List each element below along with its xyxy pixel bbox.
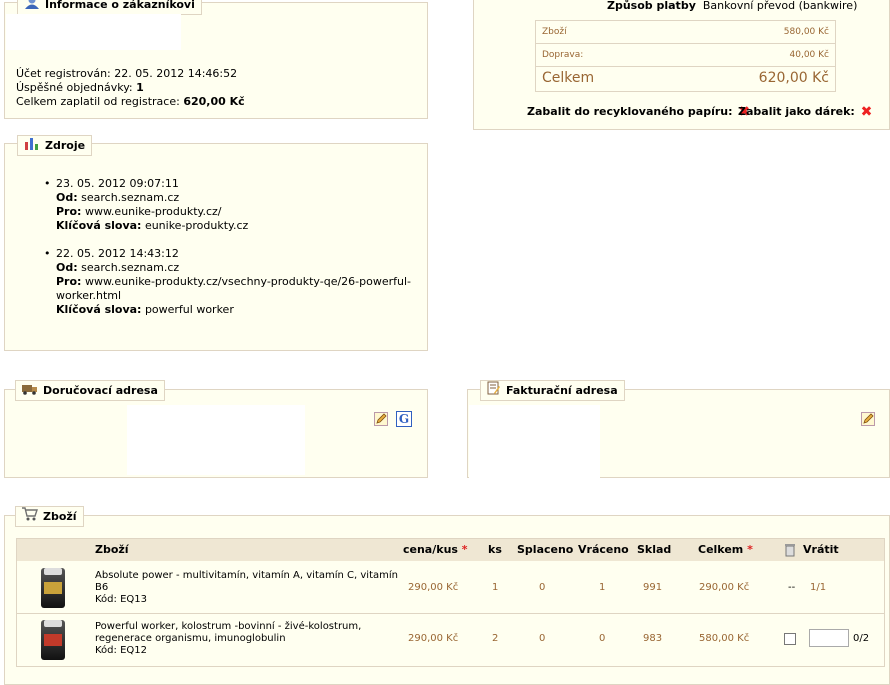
payment-totals-table: Zboží 580,00 Kč Doprava: 40,00 Kč Celkem… — [535, 20, 836, 92]
product-paid: 0 — [539, 582, 546, 593]
invoice-address-title: Fakturační adresa — [506, 384, 618, 397]
product-qty: 1 — [492, 582, 499, 593]
registered-line: Účet registrován: 22. 05. 2012 14:46:52 — [16, 67, 238, 80]
product-name: Powerful worker, kolostrum -bovinní - ži… — [95, 621, 362, 632]
user-icon — [24, 0, 40, 15]
gift-wrap-line: Zabalit jako dárek: ✖ — [738, 104, 873, 120]
product-code: Kód: EQ12 — [95, 645, 147, 656]
product-qty: 2 — [492, 633, 499, 644]
source-to-continued: worker.html — [56, 289, 122, 302]
sources-list: • 23. 05. 2012 09:07:11 Od: search.sezna… — [44, 177, 416, 331]
delivery-address-redacted — [127, 405, 305, 475]
product-name-continued: regenerace organismu, imunoglobulin — [95, 633, 286, 644]
product-total: 580,00 Kč — [699, 633, 750, 644]
no-icon: ✖ — [860, 104, 873, 120]
sources-title: Zdroje — [45, 139, 86, 152]
source-to: www.eunike-produkty.cz/vsechny-produkty-… — [84, 275, 411, 288]
customer-info-title: Informace o zákazníkovi — [45, 0, 195, 11]
registered-value: 22. 05. 2012 14:46:52 — [114, 67, 238, 80]
edit-invoice-address-icon[interactable] — [861, 412, 875, 426]
edit-delivery-address-icon[interactable] — [374, 412, 388, 426]
source-item: • 23. 05. 2012 09:07:11 Od: search.sezna… — [44, 177, 416, 233]
source-date: 22. 05. 2012 14:43:12 — [56, 247, 179, 260]
source-to: www.eunike-produkty.cz/ — [84, 205, 222, 218]
customer-name-redacted — [6, 14, 181, 50]
product-price: 290,00 Kč — [408, 633, 459, 644]
col-refund: Vrátit — [803, 543, 839, 556]
source-item: • 22. 05. 2012 14:43:12 Od: search.sezna… — [44, 247, 416, 317]
products-legend: Zboží — [15, 506, 84, 527]
invoice-icon — [487, 381, 501, 401]
delivery-address-legend: Doručovací adresa — [15, 380, 165, 401]
total-paid-value: 620,00 Kč — [183, 95, 245, 108]
customer-info-legend: Informace o zákazníkovi — [17, 0, 202, 15]
source-from: search.seznam.cz — [81, 261, 180, 274]
col-paid: Splaceno — [517, 543, 574, 556]
payment-method-line: Způsob platby Bankovní převod (bankwire) — [607, 0, 858, 12]
product-returned: 0 — [599, 633, 606, 644]
refund-ratio: 0/2 — [853, 633, 870, 644]
col-stock: Sklad — [637, 543, 672, 556]
total-paid-line: Celkem zaplatil od registrace: 620,00 Kč — [16, 95, 245, 108]
product-price: 290,00 Kč — [408, 582, 459, 593]
source-from: search.seznam.cz — [81, 191, 180, 204]
col-qty: ks — [488, 543, 502, 556]
orders-line: Úspěšné objednávky: 1 — [16, 81, 144, 94]
orders-value: 1 — [136, 81, 144, 94]
products-table: Zboží cena/kus * ks Splaceno Vráceno Skl… — [16, 538, 885, 667]
payment-row-total: Celkem 620,00 Kč — [542, 70, 829, 86]
product-image — [41, 620, 65, 660]
recycled-paper-line: Zabalit do recyklovaného papíru: ✖ — [527, 104, 751, 120]
col-total: Celkem * — [698, 543, 753, 556]
product-stock: 991 — [643, 582, 663, 593]
truck-icon — [22, 382, 38, 401]
invoice-address-redacted — [469, 405, 600, 478]
product-paid: 0 — [539, 633, 546, 644]
source-keywords: eunike-produkty.cz — [144, 219, 249, 232]
col-price: cena/kus * — [403, 543, 468, 556]
refund-unavailable: -- — [788, 582, 796, 593]
invoice-address-legend: Fakturační adresa — [480, 380, 625, 401]
product-stock: 983 — [643, 633, 663, 644]
google-maps-icon[interactable]: G — [396, 411, 412, 427]
payment-method-value: Bankovní převod (bankwire) — [702, 0, 858, 12]
table-row: Absolute power - multivitamín, vitamín A… — [17, 562, 884, 614]
col-product: Zboží — [95, 543, 129, 556]
product-name-continued: B6 — [95, 582, 109, 593]
source-keywords: powerful worker — [144, 303, 234, 316]
trash-icon — [785, 543, 795, 560]
sources-legend: Zdroje — [17, 135, 93, 156]
bar-chart-icon — [24, 136, 40, 156]
product-total: 290,00 Kč — [699, 582, 750, 593]
product-name: Absolute power - multivitamín, vitamín A… — [95, 570, 398, 581]
table-row: Powerful worker, kolostrum -bovinní - ži… — [17, 614, 884, 665]
payment-row-goods: Zboží 580,00 Kč — [536, 21, 835, 44]
source-date: 23. 05. 2012 09:07:11 — [56, 177, 179, 190]
product-returned: 1 — [599, 582, 606, 593]
cart-icon — [22, 507, 38, 527]
payment-row-shipping: Doprava: 40,00 Kč — [536, 44, 835, 67]
products-title: Zboží — [43, 510, 77, 523]
product-image — [41, 568, 65, 608]
delivery-address-title: Doručovací adresa — [43, 384, 158, 397]
product-code: Kód: EQ13 — [95, 594, 147, 605]
refund-ratio: 1/1 — [810, 582, 827, 593]
refund-quantity-input[interactable] — [809, 629, 849, 647]
col-returned: Vráceno — [578, 543, 629, 556]
refund-checkbox[interactable] — [784, 633, 796, 645]
